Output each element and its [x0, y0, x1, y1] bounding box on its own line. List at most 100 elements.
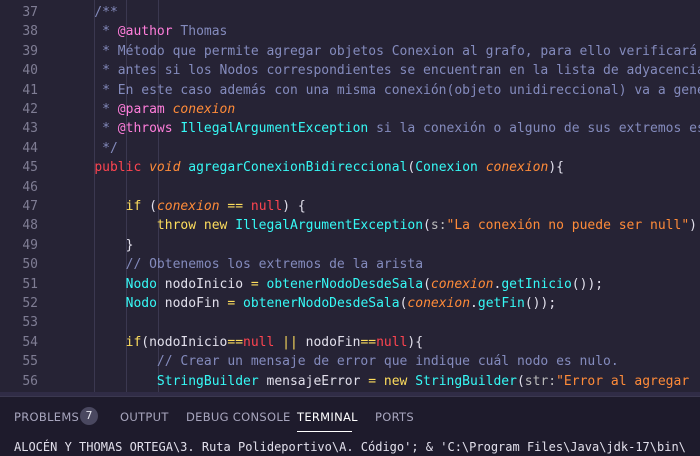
code-token: ( — [516, 373, 525, 389]
code-token: * — [63, 121, 118, 137]
code-line[interactable]: 47 if (conexion == null) { — [0, 197, 700, 216]
code-token: conexion — [407, 296, 471, 311]
line-number: 43 — [22, 121, 38, 137]
code-token: "Error al agregar — [556, 373, 697, 389]
code-token: ){ — [407, 334, 424, 350]
bottom-panel: PROBLEMS 7 OUTPUT DEBUG CONSOLE TERMINAL… — [0, 396, 700, 456]
code-text: /** — [63, 3, 118, 22]
code-token: nodoInicio — [156, 276, 251, 292]
code-token: conexion — [485, 160, 549, 176]
code-line[interactable]: 40 * antes si los Nodos correspondientes… — [0, 61, 700, 80]
code-token: getFin — [477, 296, 525, 311]
code-text: throw new IllegalArgumentException(s:"La… — [63, 216, 697, 235]
code-token: /** — [63, 5, 118, 20]
code-token: * — [63, 102, 118, 117]
code-token: == — [227, 199, 244, 214]
code-token: ){ — [548, 160, 564, 176]
code-token: * Método que permite agregar objetos Con… — [63, 43, 697, 59]
code-token: == — [227, 334, 244, 350]
line-number: 39 — [22, 43, 38, 59]
terminal-output-line[interactable]: ALOCÉN Y THOMAS ORTEGA\3. Ruta Polidepor… — [14, 440, 686, 454]
line-number: 44 — [22, 140, 38, 156]
code-token: IllegalArgumentException — [235, 218, 424, 234]
code-token: Conexion — [415, 160, 478, 176]
line-number: 56 — [22, 373, 38, 389]
code-token: void — [149, 160, 181, 176]
code-token: @param — [117, 102, 165, 117]
code-token: obtenerNodoDesdeSala — [243, 296, 400, 311]
code-token: nodoFin — [297, 334, 361, 350]
code-line[interactable]: 46 — [0, 178, 700, 197]
code-line[interactable]: 42 * @param conexion — [0, 100, 700, 119]
code-line[interactable]: 52 Nodo nodoFin = obtenerNodoDesdeSala(c… — [0, 294, 700, 313]
tab-terminal[interactable]: TERMINAL — [297, 410, 358, 424]
tab-output[interactable]: OUTPUT — [120, 410, 169, 424]
code-line[interactable]: 55 // Crear un mensaje de error que indi… — [0, 352, 700, 371]
code-text: if(nodoInicio==null || nodoFin==null){ — [63, 333, 423, 352]
code-token: IllegalArgumentException — [172, 121, 369, 137]
code-editor[interactable]: 37 /** 38 * @author Thomas 39 * Método que… — [0, 0, 700, 396]
code-token: (nodoInicio — [141, 334, 228, 350]
code-token: mensajeError — [258, 373, 369, 389]
problems-count-badge: 7 — [80, 407, 98, 425]
tab-debug-console[interactable]: DEBUG CONSOLE — [186, 410, 291, 424]
code-token: conexion — [430, 276, 494, 292]
code-line[interactable]: 41 * En este caso además con una misma c… — [0, 81, 700, 100]
code-line[interactable]: 49 } — [0, 236, 700, 255]
code-text: public void agregarConexionBidireccional… — [63, 158, 564, 177]
code-token: = — [368, 373, 377, 389]
code-token: == — [360, 334, 377, 350]
code-token: throw — [156, 218, 197, 234]
code-line[interactable]: 37 /** — [0, 3, 700, 22]
code-line[interactable]: 56 StringBuilder mensajeError = new Stri… — [0, 372, 700, 391]
tab-problems[interactable]: PROBLEMS — [14, 410, 79, 424]
code-token: if — [125, 334, 142, 350]
code-line[interactable]: 39 * Método que permite agregar objetos … — [0, 42, 700, 61]
code-token: conexion — [156, 199, 220, 214]
code-line[interactable]: 48 throw new IllegalArgumentException(s:… — [0, 216, 700, 235]
code-line[interactable]: 50 // Obtenemos los extremos de la arist… — [0, 255, 700, 274]
code-text: * En este caso además con una misma cone… — [63, 81, 700, 100]
code-line[interactable]: 51 Nodo nodoInicio = obtenerNodoDesdeSal… — [0, 275, 700, 294]
code-token: public — [94, 160, 142, 176]
code-token: StringBuilder — [415, 373, 517, 389]
code-text: // Crear un mensaje de error que indique… — [63, 352, 619, 371]
line-number: 42 — [22, 102, 38, 117]
code-token: = — [250, 276, 259, 292]
active-tab-indicator — [297, 431, 352, 432]
code-line[interactable]: 45 public void agregarConexionBidireccio… — [0, 158, 700, 177]
code-token: ()); — [571, 276, 604, 292]
code-token: new — [383, 373, 408, 389]
code-token: * antes si los Nodos correspondientes se… — [63, 63, 700, 79]
code-token: StringBuilder — [156, 373, 259, 389]
code-line[interactable]: 44 */ — [0, 139, 700, 158]
code-text: * antes si los Nodos correspondientes se… — [63, 61, 700, 80]
code-token: ( — [423, 276, 431, 292]
code-token: . — [470, 296, 478, 311]
code-line[interactable]: 53 — [0, 313, 700, 332]
code-token: Nodo — [125, 276, 157, 292]
line-number: 52 — [22, 296, 38, 311]
line-number: 55 — [22, 354, 38, 370]
code-line[interactable]: 38 * @author Thomas — [0, 22, 700, 41]
code-line[interactable]: 54 if(nodoInicio==null || nodoFin==null)… — [0, 333, 700, 352]
code-line[interactable]: 43 * @throws IllegalArgumentException si… — [0, 119, 700, 138]
code-text: if (conexion == null) { — [63, 197, 306, 216]
code-token: conexion — [164, 102, 236, 117]
tab-ports[interactable]: PORTS — [375, 410, 414, 424]
code-text: * @author Thomas — [63, 22, 227, 41]
line-number: 45 — [22, 160, 38, 176]
